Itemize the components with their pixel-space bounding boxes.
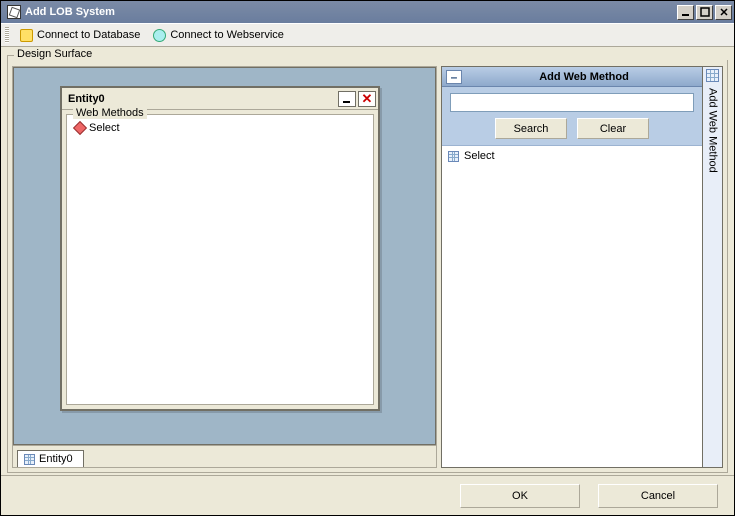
sidebar-icon bbox=[706, 69, 719, 82]
ok-button[interactable]: OK bbox=[460, 484, 580, 508]
method-icon bbox=[73, 121, 87, 135]
cancel-label: Cancel bbox=[641, 490, 675, 502]
title-bar[interactable]: Add LOB System bbox=[1, 1, 734, 23]
window-title: Add LOB System bbox=[25, 6, 675, 18]
connect-ws-label: Connect to Webservice bbox=[170, 29, 284, 41]
entity-title: Entity0 bbox=[64, 93, 336, 105]
app-icon bbox=[7, 5, 21, 19]
design-canvas[interactable]: Entity0 ✕ Web Methods Select bbox=[13, 67, 436, 445]
web-method-item[interactable]: Select bbox=[73, 121, 367, 135]
clear-button[interactable]: Clear bbox=[577, 118, 649, 139]
design-surface-label: Design Surface bbox=[14, 48, 733, 60]
panel-header[interactable]: – Add Web Method bbox=[442, 67, 702, 87]
search-button[interactable]: Search bbox=[495, 118, 567, 139]
method-result-list[interactable]: Select bbox=[442, 146, 702, 467]
maximize-button[interactable] bbox=[696, 5, 713, 20]
entity-minimize-button[interactable] bbox=[338, 91, 356, 107]
connect-database-button[interactable]: Connect to Database bbox=[15, 26, 144, 44]
close-button[interactable] bbox=[715, 5, 732, 20]
tab-label: Entity0 bbox=[39, 453, 73, 465]
webservice-icon bbox=[152, 28, 166, 42]
entity-window[interactable]: Entity0 ✕ Web Methods Select bbox=[60, 86, 380, 411]
right-column: – Add Web Method Search Clear bbox=[441, 66, 723, 468]
canvas-column: Entity0 ✕ Web Methods Select bbox=[12, 66, 437, 468]
canvas-tabstrip: Entity0 bbox=[13, 445, 436, 467]
web-method-item-label: Select bbox=[89, 122, 120, 134]
search-input[interactable] bbox=[450, 93, 694, 112]
dialog-footer: OK Cancel bbox=[1, 475, 734, 515]
web-methods-label: Web Methods bbox=[73, 107, 147, 119]
clear-button-label: Clear bbox=[600, 123, 626, 135]
toolbar: Connect to Database Connect to Webservic… bbox=[1, 23, 734, 47]
tab-entity0[interactable]: Entity0 bbox=[17, 450, 84, 467]
web-methods-list[interactable]: Select bbox=[67, 115, 373, 404]
surface-row: Entity0 ✕ Web Methods Select bbox=[8, 62, 727, 472]
web-methods-group: Web Methods Select bbox=[66, 114, 374, 405]
panel-button-row: Search Clear bbox=[450, 118, 694, 143]
table-icon bbox=[448, 151, 459, 162]
cancel-button[interactable]: Cancel bbox=[598, 484, 718, 508]
entity-tab-icon bbox=[24, 454, 35, 465]
main-area: Design Surface Entity0 ✕ Web Methods bbox=[1, 47, 734, 515]
database-icon bbox=[19, 28, 33, 42]
ok-label: OK bbox=[512, 490, 528, 502]
method-result-item[interactable]: Select bbox=[444, 148, 700, 164]
connect-db-label: Connect to Database bbox=[37, 29, 140, 41]
method-result-label: Select bbox=[464, 150, 495, 162]
connect-webservice-button[interactable]: Connect to Webservice bbox=[148, 26, 288, 44]
add-web-method-panel: – Add Web Method Search Clear bbox=[441, 66, 703, 468]
entity-close-button[interactable]: ✕ bbox=[358, 91, 376, 107]
minimize-button[interactable] bbox=[677, 5, 694, 20]
panel-collapse-button[interactable]: – bbox=[446, 70, 462, 84]
sidebar-label: Add Web Method bbox=[707, 86, 719, 173]
search-button-label: Search bbox=[514, 123, 549, 135]
panel-sidebar[interactable]: Add Web Method bbox=[703, 66, 723, 468]
window-buttons bbox=[675, 5, 732, 20]
panel-search-area: Search Clear bbox=[442, 87, 702, 146]
toolbar-grip[interactable] bbox=[5, 27, 9, 43]
design-surface-group: Design Surface Entity0 ✕ Web Methods bbox=[7, 55, 728, 473]
panel-title: Add Web Method bbox=[466, 71, 702, 83]
dialog-window: Add LOB System Connect to Database Conne… bbox=[0, 0, 735, 516]
